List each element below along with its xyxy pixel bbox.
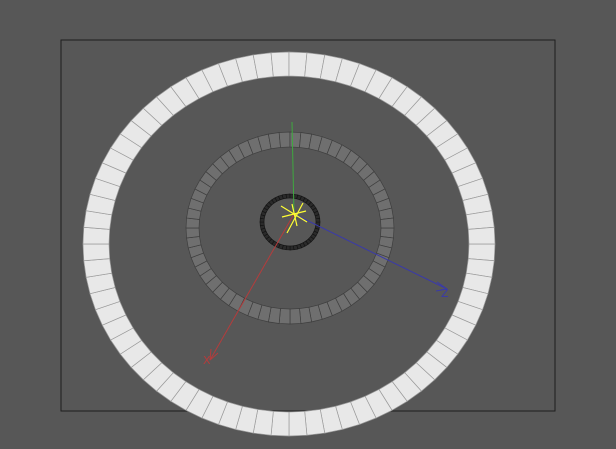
middle-ring-segment	[185, 227, 200, 239]
inner-ring-segment	[285, 193, 291, 199]
outer-ring-segment	[467, 226, 496, 245]
outer-ring-segment	[467, 243, 496, 262]
x-axis-arrow	[209, 348, 219, 361]
middle-ring-segment	[289, 131, 302, 148]
middle-ring-segment	[278, 131, 291, 148]
outer-ring-segment	[82, 226, 111, 245]
outer-ring[interactable]	[82, 51, 496, 437]
3d-viewport[interactable]: Z X	[0, 0, 616, 449]
outer-ring-segment	[270, 51, 290, 78]
inner-ring-segment	[315, 218, 321, 223]
middle-ring-segment	[289, 308, 302, 325]
inner-ring-segment	[289, 245, 295, 251]
x-axis-label: X	[203, 354, 211, 367]
inner-ring-segment	[259, 221, 265, 226]
viewport-canvas[interactable]: Z X	[0, 0, 616, 449]
outer-ring-segment	[288, 410, 308, 437]
outer-ring-segment	[82, 243, 111, 262]
middle-ring-segment	[380, 217, 395, 229]
z-axis-label: Z	[441, 287, 449, 300]
outer-ring-segment	[288, 51, 308, 78]
middle-ring-segment	[278, 308, 291, 325]
outer-ring-segment	[270, 410, 290, 437]
